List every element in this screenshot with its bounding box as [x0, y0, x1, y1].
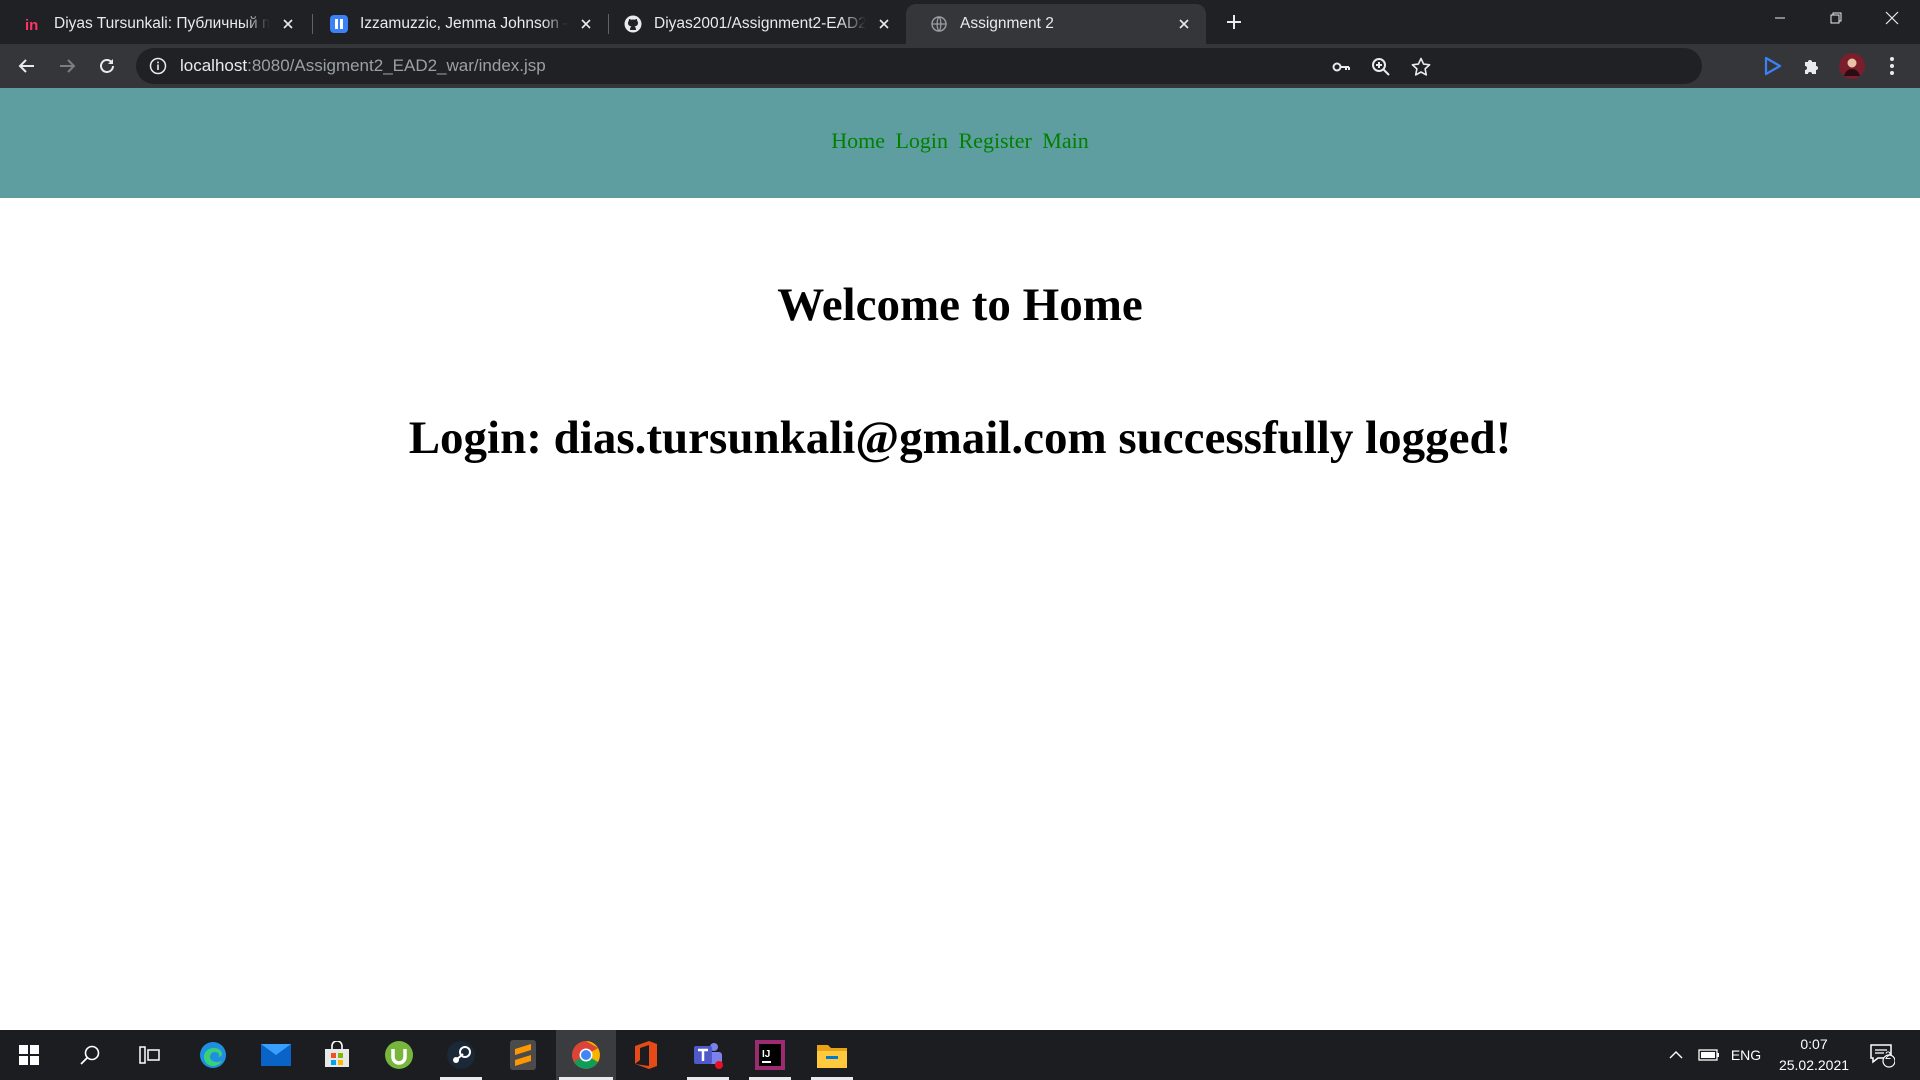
- action-center-button[interactable]: 2: [1862, 1030, 1902, 1080]
- nav-link-login[interactable]: Login: [895, 128, 948, 153]
- play-extension-icon: [1764, 56, 1782, 76]
- nav-link-main[interactable]: Main: [1042, 128, 1088, 153]
- reload-icon: [100, 59, 114, 73]
- plus-icon: [1227, 15, 1241, 29]
- clock-date: 25.02.2021: [1778, 1057, 1850, 1073]
- taskbar-chrome[interactable]: [556, 1030, 616, 1080]
- extension-play-button[interactable]: [1756, 50, 1788, 82]
- office-icon: [635, 1041, 657, 1069]
- show-hidden-icons-button[interactable]: [1664, 1030, 1688, 1080]
- info-icon[interactable]: [148, 56, 168, 76]
- tab-github[interactable]: Diyas2001/Assignment2-EAD2: [600, 4, 906, 44]
- close-tab-icon[interactable]: [874, 14, 894, 34]
- search-button[interactable]: [66, 1030, 114, 1080]
- profile-avatar[interactable]: [1836, 50, 1868, 82]
- taskbar-office[interactable]: [622, 1030, 670, 1080]
- restore-icon: [1830, 12, 1842, 24]
- address-bar[interactable]: localhost:8080/Assigment2_EAD2_war/index…: [136, 48, 1702, 84]
- github-icon: [624, 15, 642, 33]
- minimize-icon: [1775, 17, 1785, 19]
- tab-strip: in Diyas Tursunkali: Публичный пр Izzamu…: [0, 0, 1920, 44]
- close-icon: [1885, 11, 1899, 25]
- bookmark-star-icon[interactable]: [1410, 56, 1432, 78]
- globe-icon: [930, 15, 948, 33]
- url-host: localhost: [180, 56, 248, 75]
- taskbar-file-explorer[interactable]: [808, 1030, 856, 1080]
- new-tab-button[interactable]: [1222, 10, 1246, 34]
- close-tab-icon[interactable]: [1174, 14, 1194, 34]
- chevron-up-icon: [1669, 1051, 1683, 1059]
- page-heading: Welcome to Home: [777, 279, 1143, 331]
- teams-icon: [694, 1043, 723, 1069]
- extensions-button[interactable]: [1796, 50, 1828, 82]
- task-view-button[interactable]: [126, 1030, 174, 1080]
- back-arrow-icon: [18, 59, 34, 73]
- restore-button[interactable]: [1808, 0, 1864, 36]
- sublime-text-icon: [510, 1040, 536, 1070]
- tab-title: Izzamuzzic, Jemma Johnson — H: [360, 15, 568, 32]
- browser-toolbar: localhost:8080/Assigment2_EAD2_war/index…: [0, 44, 1920, 88]
- battery-icon: [1698, 1049, 1719, 1061]
- tab-title: Diyas2001/Assignment2-EAD2: [654, 15, 866, 32]
- window-controls: [1752, 0, 1920, 36]
- music-app-icon: [330, 15, 348, 33]
- folder-icon: [817, 1045, 847, 1068]
- chrome-icon: [572, 1041, 600, 1069]
- clock-time: 0:07: [1800, 1036, 1828, 1052]
- taskbar-intellij[interactable]: IJ: [746, 1030, 794, 1080]
- taskbar-mail[interactable]: [252, 1030, 300, 1080]
- task-view-icon: [139, 1046, 160, 1064]
- steam-icon: [447, 1041, 475, 1069]
- taskbar-teams[interactable]: [684, 1030, 732, 1080]
- intellij-icon: IJ: [755, 1040, 785, 1070]
- site-navigation: Home Login Register Main: [0, 88, 1920, 198]
- close-tab-icon[interactable]: [576, 14, 596, 34]
- close-tab-icon[interactable]: [278, 14, 298, 34]
- utorrent-icon: [385, 1041, 413, 1069]
- invision-icon: in: [24, 15, 42, 33]
- nav-link-register[interactable]: Register: [959, 128, 1032, 153]
- key-icon[interactable]: [1330, 56, 1352, 78]
- windows-taskbar: IJ ENG 0:07 25.02.2021 2: [0, 1030, 1920, 1080]
- reload-button[interactable]: [93, 52, 121, 80]
- taskbar-steam[interactable]: [437, 1030, 485, 1080]
- taskbar-store[interactable]: [313, 1030, 361, 1080]
- search-icon: [80, 1045, 100, 1065]
- minimize-button[interactable]: [1752, 0, 1808, 36]
- puzzle-icon: [1805, 60, 1818, 74]
- kebab-menu-icon: [1890, 57, 1894, 75]
- browser-menu-button[interactable]: [1878, 50, 1906, 82]
- taskbar-edge[interactable]: [189, 1030, 237, 1080]
- tab-assignment-2[interactable]: Assignment 2: [906, 4, 1206, 44]
- forward-button[interactable]: [53, 52, 81, 80]
- mail-icon: [261, 1044, 291, 1066]
- tab-title: Diyas Tursunkali: Публичный пр: [54, 15, 270, 32]
- svg-text:IJ: IJ: [762, 1049, 770, 1060]
- battery-status[interactable]: [1694, 1030, 1724, 1080]
- back-button[interactable]: [13, 52, 41, 80]
- close-window-button[interactable]: [1864, 0, 1920, 36]
- edge-icon: [200, 1042, 226, 1068]
- svg-text:in: in: [25, 17, 38, 33]
- avatar-icon: [1839, 53, 1865, 79]
- login-status-message: Login: dias.tursunkali@gmail.com success…: [408, 412, 1512, 464]
- url-path: :8080/Assigment2_EAD2_war/index.jsp: [247, 56, 546, 75]
- tab-invision[interactable]: in Diyas Tursunkali: Публичный пр: [0, 4, 310, 44]
- url-text: localhost:8080/Assigment2_EAD2_war/index…: [180, 56, 546, 76]
- tab-title: Assignment 2: [960, 15, 1054, 32]
- taskbar-sublime[interactable]: [499, 1030, 547, 1080]
- tab-music[interactable]: Izzamuzzic, Jemma Johnson — H: [306, 4, 608, 44]
- zoom-icon[interactable]: [1370, 56, 1392, 78]
- store-icon: [325, 1041, 349, 1067]
- taskbar-utorrent[interactable]: [375, 1030, 423, 1080]
- system-clock[interactable]: 0:07 25.02.2021: [1774, 1034, 1854, 1076]
- nav-link-home[interactable]: Home: [831, 128, 885, 153]
- start-button[interactable]: [5, 1030, 53, 1080]
- windows-logo-icon: [19, 1045, 39, 1065]
- notification-count: 2: [1885, 1050, 1892, 1062]
- forward-arrow-icon: [60, 59, 76, 73]
- language-indicator[interactable]: ENG: [1728, 1030, 1764, 1080]
